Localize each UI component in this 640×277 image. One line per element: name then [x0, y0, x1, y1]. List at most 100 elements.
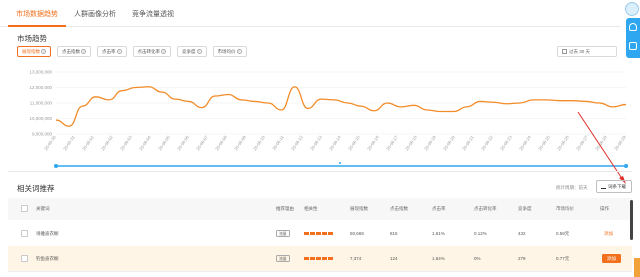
metric-label: 点击指数: [62, 49, 80, 54]
x-tick-label: 20-06-27: [575, 134, 589, 151]
avg-price-cell: 0.77元: [556, 256, 570, 261]
date-range-value: 过去 30 天: [569, 49, 591, 54]
x-tick-label: 20-05-30: [43, 134, 57, 151]
side-panel: [626, 18, 640, 58]
metric-label: 竞争度: [182, 49, 196, 54]
series-line: [55, 86, 627, 127]
metric-ctr[interactable]: 点击率?: [97, 46, 127, 57]
x-tick-label: 20-06-04: [138, 134, 152, 151]
help-icon[interactable]: ?: [161, 49, 166, 55]
floating-sidebar: [624, 0, 640, 60]
metric-label: 市场均价: [217, 49, 236, 54]
relevance-segment: [304, 257, 309, 260]
table-header: 关键词 推荐理由 相关性 展现指数 点击指数 点击率 点击转化率 竞争度 市场均…: [8, 198, 632, 220]
keyword-cell: 钓鱼迪衣橱: [36, 256, 59, 261]
x-tick-label: 20-06-01: [81, 134, 95, 151]
reason-tag: 流量: [276, 255, 290, 262]
relevance-segment: [322, 257, 327, 260]
date-range-select[interactable]: 过去 30 天: [557, 46, 617, 57]
relevance-segment: [316, 257, 321, 260]
keyword-cell: 诗雅迪衣橱: [36, 231, 59, 236]
x-tick-label: 20-06-29: [613, 134, 627, 151]
related-title: 相关词推荐: [17, 184, 55, 193]
market-analysis-page: 市场数据趋势 人群画像分析 竞争流量透视 市场趋势 展现指数? 点击指数? 点击…: [0, 0, 640, 277]
select-all-checkbox[interactable]: [21, 205, 28, 212]
metric-show-index[interactable]: 展现指数?: [17, 46, 51, 57]
x-tick-label: 20-06-26: [556, 134, 570, 151]
col-click-index[interactable]: 点击指数: [390, 206, 408, 212]
x-tick-label: 20-06-02: [100, 134, 114, 151]
table-scrollbar[interactable]: [630, 200, 633, 240]
help-icon[interactable]: ?: [196, 49, 202, 55]
section-divider: [8, 171, 632, 172]
metric-cvr[interactable]: 点击转化率?: [132, 46, 171, 57]
relevance-segment: [310, 232, 315, 235]
col-avg-price[interactable]: 市场均价: [556, 206, 574, 212]
help-icon[interactable]: ?: [236, 49, 242, 55]
help-icon[interactable]: ?: [81, 49, 86, 55]
help-icon[interactable]: ?: [116, 49, 122, 55]
x-tick-label: 20-05-31: [62, 134, 76, 151]
y-tick-label: 10,000,000: [29, 116, 52, 121]
tab-competition-traffic[interactable]: 竞争流量透视: [124, 0, 182, 27]
add-link[interactable]: 添加: [604, 231, 613, 237]
col-ctr[interactable]: 点击率: [432, 206, 446, 212]
metric-switcher: 展现指数? 点击指数? 点击率? 点击转化率? 竞争度? 市场均价?: [17, 46, 247, 57]
x-tick-label: 20-06-08: [214, 134, 228, 151]
col-relevance[interactable]: 相关性: [304, 206, 318, 212]
range-handle-end[interactable]: [624, 164, 628, 168]
x-tick-label: 20-06-10: [252, 134, 266, 151]
x-tick-label: 20-06-28: [594, 134, 608, 151]
calendar-icon: [562, 49, 567, 55]
bell-icon[interactable]: [629, 23, 637, 31]
top-tabs: 市场数据趋势 人群画像分析 竞争流量透视: [0, 0, 620, 27]
x-tick-label: 20-06-17: [385, 134, 399, 151]
competition-cell: 432: [518, 231, 526, 236]
x-tick-label: 20-06-20: [442, 134, 456, 151]
row-checkbox[interactable]: [21, 230, 28, 237]
range-slider[interactable]: [54, 162, 628, 168]
range-handle-start[interactable]: [54, 164, 58, 168]
corner-widget[interactable]: [634, 258, 640, 277]
relevance-bar: [304, 232, 333, 235]
relevance-segment: [310, 257, 315, 260]
trend-chart: 13,000,000 12,000,000 11,000,000 10,000,000…: [29, 70, 628, 168]
range-slider-center: [339, 162, 341, 164]
tab-market-trend[interactable]: 市场数据趋势: [8, 0, 66, 27]
download-icon: [601, 184, 606, 190]
help-icon[interactable]: ?: [41, 49, 46, 55]
reason-tag: 流量: [276, 230, 290, 237]
tab-audience-profile[interactable]: 人群画像分析: [66, 0, 124, 27]
metric-label: 展现指数: [22, 49, 40, 54]
col-show-index[interactable]: 展现指数: [350, 206, 368, 212]
stats-period: 统计周期：前天: [556, 185, 588, 190]
assistant-bubble-icon[interactable]: [625, 2, 639, 16]
relevance-segment: [304, 232, 309, 235]
x-tick-label: 20-06-22: [480, 134, 494, 151]
x-tick-label: 20-06-14: [328, 134, 342, 151]
col-cvr[interactable]: 点击转化率: [474, 206, 497, 212]
x-tick-label: 20-06-07: [195, 134, 209, 151]
metric-avg-price[interactable]: 市场均价?: [212, 46, 247, 57]
message-icon[interactable]: [629, 42, 637, 50]
metric-competition[interactable]: 竞争度?: [177, 46, 207, 57]
table-row: 钓鱼迪衣橱 流量 7,374 124 1.64% 0% 279 0.77元 添加: [8, 246, 632, 272]
x-tick-label: 20-06-18: [404, 134, 418, 151]
click-index-cell: 124: [390, 256, 398, 261]
relevance-segment: [322, 232, 327, 235]
x-tick-label: 20-06-23: [499, 134, 513, 151]
trend-title: 市场趋势: [17, 34, 47, 43]
add-button[interactable]: 添加: [602, 254, 621, 263]
row-checkbox[interactable]: [21, 255, 28, 262]
x-tick-label: 20-06-21: [461, 134, 475, 151]
relevance-segment: [328, 232, 333, 235]
x-tick-label: 20-06-24: [518, 134, 532, 151]
show-index-cell: 7,374: [350, 256, 362, 261]
col-reason: 推荐理由: [276, 206, 294, 211]
x-axis: 20-05-30 20-05-31 20-06-01 20-06-02 20-06-03…: [43, 134, 627, 151]
col-competition[interactable]: 竞争度: [518, 206, 532, 212]
metric-click-index[interactable]: 点击指数?: [57, 46, 91, 57]
x-tick-label: 20-06-09: [233, 134, 247, 151]
x-tick-label: 20-06-03: [119, 134, 133, 151]
export-button[interactable]: 词条下载: [596, 180, 632, 193]
